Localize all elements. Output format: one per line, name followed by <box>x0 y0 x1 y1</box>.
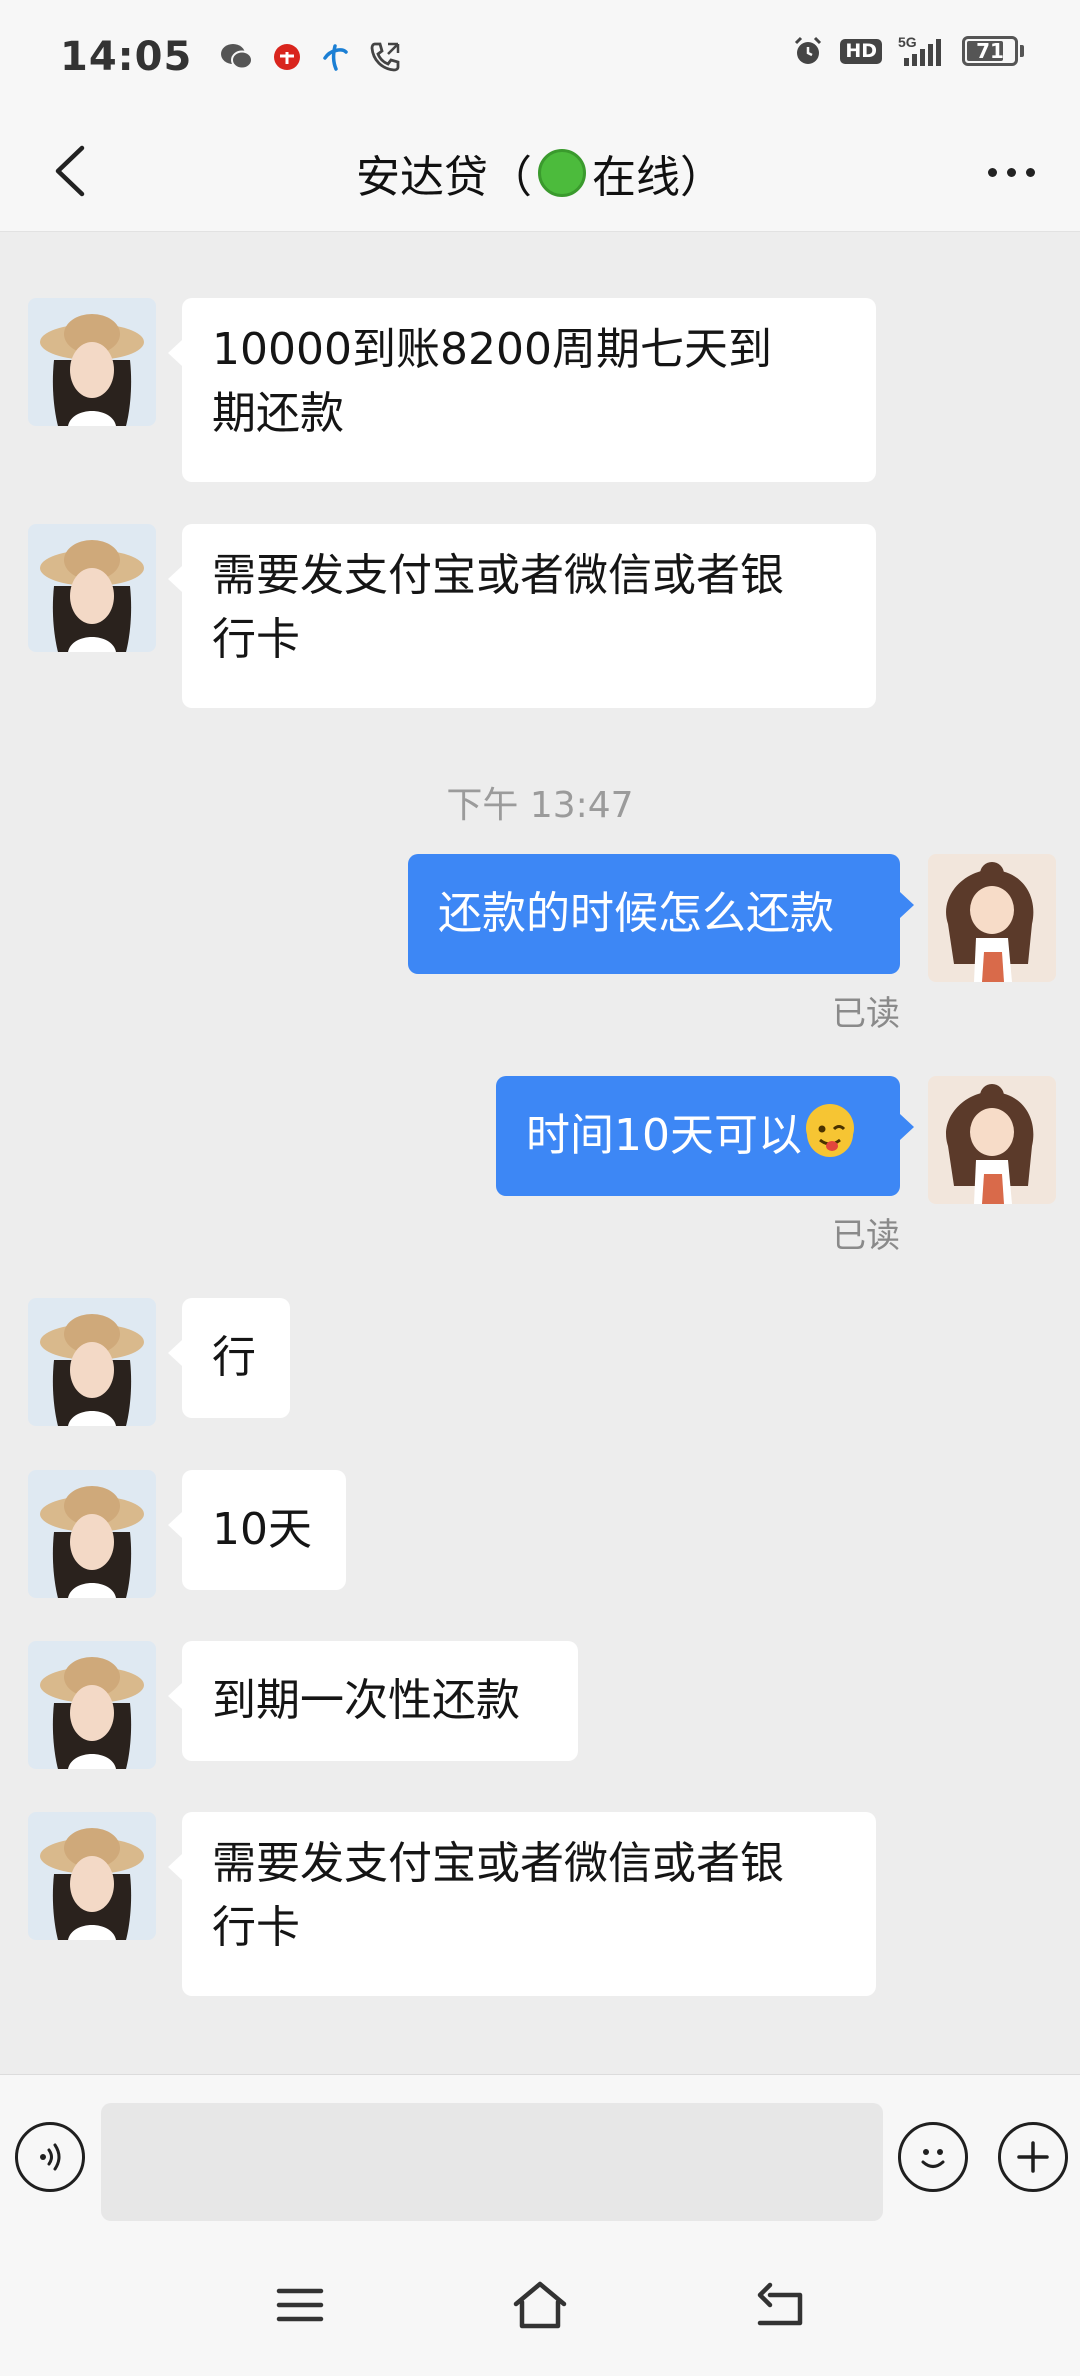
winking-face-tongue-icon <box>806 1104 854 1157</box>
signal-5g-icon: 5G <box>898 34 946 68</box>
recent-apps-button[interactable] <box>260 2270 340 2340</box>
chat-screen: 14:05 HD 5G 71 安达贷（ 在线） 10000到账8200周期七天到… <box>0 0 1080 2376</box>
message-bubble-incoming[interactable]: 需要发支付宝或者微信或者银 行卡 <box>168 524 876 708</box>
message-bubble-incoming[interactable]: 需要发支付宝或者微信或者银 行卡 <box>168 1812 876 1996</box>
voice-icon <box>40 2143 61 2171</box>
home-button[interactable] <box>500 2270 580 2340</box>
read-receipt: 已读 <box>832 1216 900 1256</box>
contact-name: 安达贷（ <box>356 152 532 203</box>
plus-button[interactable] <box>998 2122 1068 2192</box>
message-bubble-incoming[interactable]: 行 <box>168 1298 290 1418</box>
telecom-icon <box>320 42 350 72</box>
message-bubble-incoming[interactable]: 到期一次性还款 <box>168 1641 578 1761</box>
wechat-icon <box>220 42 254 72</box>
back-icon <box>757 2282 803 2326</box>
contact-avatar[interactable] <box>28 1641 156 1769</box>
message-bubble-incoming[interactable]: 10天 <box>168 1470 346 1590</box>
plus-icon <box>1017 2141 1049 2173</box>
alarm-icon <box>792 35 824 67</box>
contact-avatar[interactable] <box>28 1470 156 1598</box>
call-icon <box>368 40 402 74</box>
more-options-button[interactable] <box>976 142 1046 202</box>
user-avatar[interactable] <box>928 854 1056 982</box>
app-icon <box>272 42 302 72</box>
menu-icon <box>276 2288 324 2322</box>
message-bubble-outgoing[interactable]: 时间10天可以 <box>496 1076 914 1196</box>
online-status-icon <box>538 149 586 197</box>
contact-avatar[interactable] <box>28 1298 156 1426</box>
status-time: 14:05 <box>60 34 193 80</box>
emoji-button[interactable] <box>898 2122 968 2192</box>
input-bar <box>0 2074 1080 2234</box>
user-avatar[interactable] <box>928 1076 1056 1204</box>
notification-icons <box>220 40 402 74</box>
home-icon <box>513 2281 567 2329</box>
system-icons: HD 5G 71 <box>792 34 1024 68</box>
message-text: 时间10天可以 <box>526 1110 802 1161</box>
contact-avatar[interactable] <box>28 298 156 426</box>
online-status-label: 在线） <box>592 152 724 203</box>
status-bar: 14:05 HD 5G 71 <box>0 0 1080 114</box>
back-nav-button[interactable] <box>740 2270 820 2340</box>
message-input[interactable] <box>101 2103 883 2221</box>
battery-level: 71 <box>976 39 1004 63</box>
contact-avatar[interactable] <box>28 1812 156 1940</box>
chat-title: 安达贷（ 在线） <box>0 114 1080 232</box>
battery-icon: 71 <box>962 36 1024 66</box>
svg-text:5G: 5G <box>898 34 917 50</box>
voice-button[interactable] <box>15 2122 85 2192</box>
chat-header: 安达贷（ 在线） <box>0 114 1080 232</box>
contact-avatar[interactable] <box>28 524 156 652</box>
message-bubble-incoming[interactable]: 10000到账8200周期七天到 期还款 <box>168 298 876 482</box>
smiley-icon <box>921 2149 945 2168</box>
read-receipt: 已读 <box>832 994 900 1034</box>
more-dots-icon <box>987 167 997 177</box>
message-timestamp: 下午 13:47 <box>446 785 634 826</box>
hd-icon: HD <box>840 38 882 64</box>
system-nav-bar <box>0 2234 1080 2376</box>
message-bubble-outgoing[interactable]: 还款的时候怎么还款 <box>408 854 914 974</box>
